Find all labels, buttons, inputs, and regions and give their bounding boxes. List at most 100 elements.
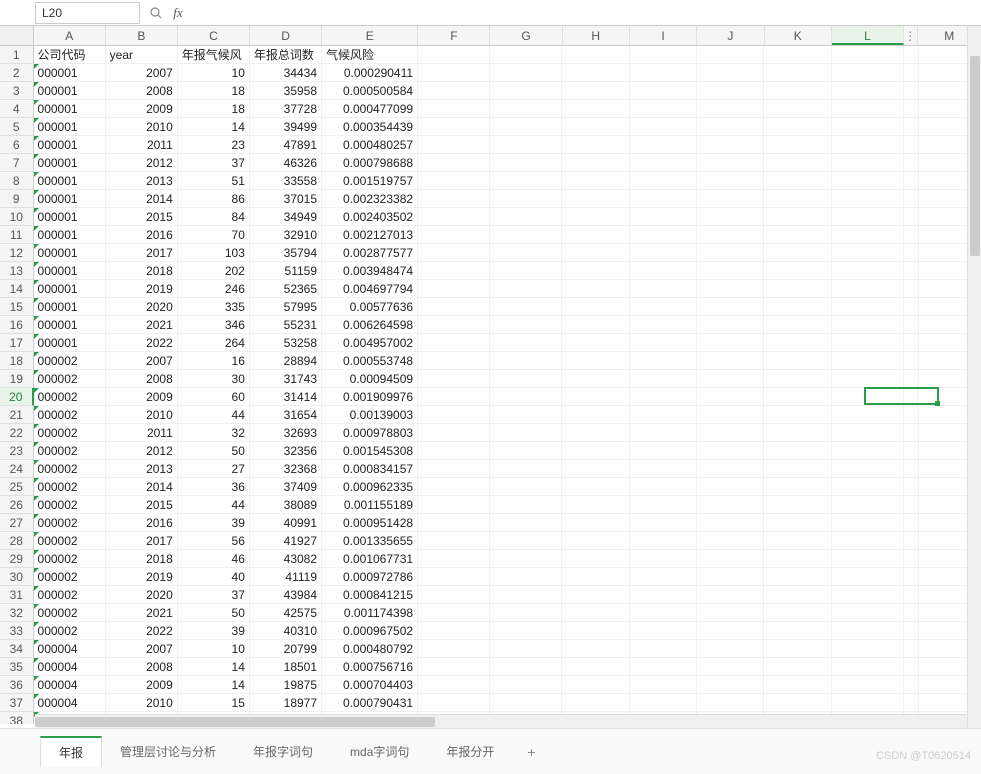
cell-C14[interactable]: 246	[178, 280, 250, 298]
cell-C33[interactable]: 39	[178, 622, 250, 640]
cell-J34[interactable]	[697, 640, 764, 658]
cell-I34[interactable]	[630, 640, 697, 658]
cell-E2[interactable]: 0.000290411	[322, 64, 418, 82]
cell-A22[interactable]: 000002	[34, 424, 106, 442]
cell-F28[interactable]	[418, 532, 490, 550]
cell-B24[interactable]: 2013	[106, 460, 178, 478]
cell-B14[interactable]: 2019	[106, 280, 178, 298]
cell-K25[interactable]	[764, 478, 831, 496]
cell-E6[interactable]: 0.000480257	[322, 136, 418, 154]
cell-K23[interactable]	[764, 442, 831, 460]
cell-I6[interactable]	[630, 136, 697, 154]
cell-L31[interactable]	[832, 586, 904, 604]
cell-L19[interactable]	[832, 370, 904, 388]
cell-G14[interactable]	[490, 280, 562, 298]
cell-I24[interactable]	[630, 460, 697, 478]
cell-C9[interactable]: 86	[178, 190, 250, 208]
cell-I22[interactable]	[630, 424, 697, 442]
row-header-8[interactable]: 8	[0, 172, 34, 190]
cell-C17[interactable]: 264	[178, 334, 250, 352]
cell-⋮21[interactable]	[904, 406, 919, 424]
cell-I17[interactable]	[630, 334, 697, 352]
cell-I33[interactable]	[630, 622, 697, 640]
cell-C16[interactable]: 346	[178, 316, 250, 334]
cell-L14[interactable]	[832, 280, 904, 298]
cell-C30[interactable]: 40	[178, 568, 250, 586]
row-header-36[interactable]: 36	[0, 676, 34, 694]
cell-I30[interactable]	[630, 568, 697, 586]
cell-L16[interactable]	[832, 316, 904, 334]
cell-A19[interactable]: 000002	[34, 370, 106, 388]
cell-J16[interactable]	[697, 316, 764, 334]
cell-L9[interactable]	[832, 190, 904, 208]
cell-K12[interactable]	[764, 244, 831, 262]
cell-⋮16[interactable]	[904, 316, 919, 334]
column-header-B[interactable]: B	[106, 26, 178, 45]
cell-C15[interactable]: 335	[178, 298, 250, 316]
cell-E17[interactable]: 0.004957002	[322, 334, 418, 352]
row-header-29[interactable]: 29	[0, 550, 34, 568]
cell-⋮34[interactable]	[904, 640, 919, 658]
cell-D3[interactable]: 35958	[250, 82, 322, 100]
cell-J19[interactable]	[697, 370, 764, 388]
cell-K2[interactable]	[764, 64, 831, 82]
cell-⋮8[interactable]	[904, 172, 919, 190]
cell-E32[interactable]: 0.001174398	[322, 604, 418, 622]
cell-H29[interactable]	[562, 550, 629, 568]
cell-D10[interactable]: 34949	[250, 208, 322, 226]
cell-D13[interactable]: 51159	[250, 262, 322, 280]
cell-A8[interactable]: 000001	[34, 172, 106, 190]
cell-B21[interactable]: 2010	[106, 406, 178, 424]
cell-L37[interactable]	[832, 694, 904, 712]
cell-D16[interactable]: 55231	[250, 316, 322, 334]
row-header-11[interactable]: 11	[0, 226, 34, 244]
cell-E26[interactable]: 0.001155189	[322, 496, 418, 514]
cell-L35[interactable]	[832, 658, 904, 676]
cell-D35[interactable]: 18501	[250, 658, 322, 676]
row-header-38[interactable]: 38	[0, 712, 34, 724]
cell-⋮23[interactable]	[904, 442, 919, 460]
cell-B28[interactable]: 2017	[106, 532, 178, 550]
row-header-5[interactable]: 5	[0, 118, 34, 136]
cell-B32[interactable]: 2021	[106, 604, 178, 622]
sheet-tab-年报分开[interactable]: 年报分开	[428, 737, 513, 766]
cell-K10[interactable]	[764, 208, 831, 226]
cell-D8[interactable]: 33558	[250, 172, 322, 190]
cell-D6[interactable]: 47891	[250, 136, 322, 154]
cell-B18[interactable]: 2007	[106, 352, 178, 370]
cell-D2[interactable]: 34434	[250, 64, 322, 82]
cell-I2[interactable]	[630, 64, 697, 82]
cell-K26[interactable]	[764, 496, 831, 514]
cell-C32[interactable]: 50	[178, 604, 250, 622]
cell-E35[interactable]: 0.000756716	[322, 658, 418, 676]
cell-K28[interactable]	[764, 532, 831, 550]
cell-C18[interactable]: 16	[178, 352, 250, 370]
cell-E20[interactable]: 0.001909976	[322, 388, 418, 406]
cell-B35[interactable]: 2008	[106, 658, 178, 676]
cell-A23[interactable]: 000002	[34, 442, 106, 460]
cell-K14[interactable]	[764, 280, 831, 298]
cell-F13[interactable]	[418, 262, 490, 280]
cell-⋮3[interactable]	[904, 82, 919, 100]
cell-F12[interactable]	[418, 244, 490, 262]
cell-D12[interactable]: 35794	[250, 244, 322, 262]
cell-B1[interactable]: year	[106, 46, 178, 64]
cell-K19[interactable]	[764, 370, 831, 388]
cell-J15[interactable]	[697, 298, 764, 316]
row-header-17[interactable]: 17	[0, 334, 34, 352]
cell-L8[interactable]	[832, 172, 904, 190]
cell-J29[interactable]	[697, 550, 764, 568]
cell-I13[interactable]	[630, 262, 697, 280]
cell-D5[interactable]: 39499	[250, 118, 322, 136]
row-header-33[interactable]: 33	[0, 622, 34, 640]
cell-A7[interactable]: 000001	[34, 154, 106, 172]
cell-A18[interactable]: 000002	[34, 352, 106, 370]
cell-I31[interactable]	[630, 586, 697, 604]
cell-D33[interactable]: 40310	[250, 622, 322, 640]
add-sheet-button[interactable]: +	[513, 738, 549, 766]
cell-A13[interactable]: 000001	[34, 262, 106, 280]
cell-E31[interactable]: 0.000841215	[322, 586, 418, 604]
cell-A26[interactable]: 000002	[34, 496, 106, 514]
cell-B26[interactable]: 2015	[106, 496, 178, 514]
cell-E12[interactable]: 0.002877577	[322, 244, 418, 262]
